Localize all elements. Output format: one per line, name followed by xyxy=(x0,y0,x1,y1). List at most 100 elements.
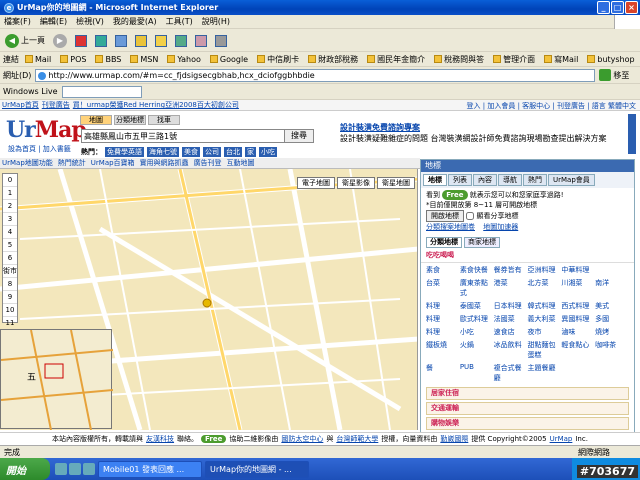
category-heading[interactable]: 吃吃喝喝 xyxy=(421,248,634,263)
service-item[interactable]: 廣告刊登 xyxy=(194,158,222,168)
hot-tag[interactable]: 免費學英語 xyxy=(105,147,144,157)
food-category-item[interactable]: 輕食點心 xyxy=(561,340,595,360)
food-category-item[interactable]: 異國料理 xyxy=(561,314,595,324)
link-pos[interactable]: POS xyxy=(57,55,89,64)
food-category-item[interactable]: 料理 xyxy=(426,327,460,337)
food-category-item[interactable]: 火鍋 xyxy=(460,340,494,360)
urmap-logo[interactable]: UrMap xyxy=(6,117,87,143)
urmap-home-link[interactable]: UrMap首頁 xyxy=(2,100,39,110)
search-input[interactable]: 高雄縣鳳山市五甲三路1號 xyxy=(81,129,313,143)
tab-category[interactable]: 分類地標 xyxy=(114,115,146,125)
map-canvas[interactable]: 0 1 2 3 4 5 6 街市 8 9 10 11 電子地圖 衛星影像 衛星地… xyxy=(0,169,418,430)
food-category-item[interactable]: 燒烤 xyxy=(595,327,629,337)
tab-map[interactable]: 地圖 xyxy=(80,115,112,125)
tab-shop-landmark[interactable]: 商家地標 xyxy=(464,237,500,248)
stop-button[interactable] xyxy=(73,32,89,50)
overview-map[interactable]: 五 xyxy=(0,329,114,430)
tab-car[interactable]: 找車 xyxy=(148,115,180,125)
food-category-item[interactable]: 多國 xyxy=(595,314,629,324)
tab-content[interactable]: 內容 xyxy=(473,174,497,186)
overview-frame[interactable] xyxy=(44,363,64,379)
satellite-image-button[interactable]: 衛星影像 xyxy=(337,177,375,189)
zoom-level[interactable]: 3 xyxy=(3,213,17,226)
tab-list[interactable]: 列表 xyxy=(448,174,472,186)
print-button[interactable] xyxy=(213,32,229,50)
link-google[interactable]: Google xyxy=(207,55,251,64)
back-button[interactable]: ◀ 上一頁 xyxy=(3,32,47,50)
food-category-item[interactable]: 西式料理 xyxy=(561,301,595,311)
footer-link[interactable]: 台灣師範大學 xyxy=(336,434,378,444)
tab-member[interactable]: UrMap會員 xyxy=(548,174,595,186)
hot-tag[interactable]: 台北 xyxy=(224,147,242,157)
zoom-level[interactable]: 9 xyxy=(3,291,17,304)
food-category-item[interactable]: 小吃 xyxy=(460,327,494,337)
zoom-level[interactable]: 10 xyxy=(3,304,17,317)
location-marker-icon[interactable] xyxy=(202,298,212,308)
food-category-item[interactable]: 滷味 xyxy=(561,327,595,337)
zoom-level[interactable]: 0 xyxy=(3,174,17,187)
minimize-button[interactable]: _ xyxy=(597,1,610,14)
menu-view[interactable]: 檢視(V) xyxy=(76,16,104,27)
menu-edit[interactable]: 編輯(E) xyxy=(40,16,67,27)
menu-file[interactable]: 檔案(F) xyxy=(4,16,31,27)
category-section[interactable]: 居家住宿 xyxy=(426,387,629,400)
food-category-item[interactable]: 南洋 xyxy=(595,278,629,298)
service-item[interactable]: UrMap地圖功能 xyxy=(2,158,53,168)
food-category-item[interactable]: 主題餐廳 xyxy=(527,363,561,383)
close-button[interactable]: × xyxy=(625,1,638,14)
zoom-level[interactable]: 4 xyxy=(3,226,17,239)
food-category-item[interactable]: 餐券皆有 xyxy=(494,265,528,275)
food-category-item[interactable]: 咖啡茶 xyxy=(595,340,629,360)
electronic-map-button[interactable]: 電子地圖 xyxy=(297,177,335,189)
food-category-item[interactable]: PUB xyxy=(460,363,494,383)
food-category-item[interactable]: 廣東茶點式 xyxy=(460,278,494,298)
zoom-level[interactable]: 5 xyxy=(3,239,17,252)
food-category-item[interactable]: 港菜 xyxy=(494,278,528,298)
zoom-level[interactable]: 8 xyxy=(3,278,17,291)
tab-landmark[interactable]: 地標 xyxy=(423,174,447,186)
share-landmark-checkbox[interactable] xyxy=(466,212,475,220)
quick-launch-icon[interactable] xyxy=(55,463,67,475)
forward-button[interactable]: ▶ xyxy=(51,32,69,50)
open-landmark-button[interactable]: 開啟地標 xyxy=(426,210,464,222)
food-category-item[interactable]: 泰國菜 xyxy=(460,301,494,311)
menu-help[interactable]: 說明(H) xyxy=(202,16,230,27)
footer-link[interactable]: 友漢科技 xyxy=(146,434,174,444)
home-button[interactable] xyxy=(113,32,129,50)
food-category-item[interactable]: 亞洲料理 xyxy=(527,265,561,275)
history-button[interactable] xyxy=(173,32,189,50)
zoom-level[interactable]: 6 xyxy=(3,252,17,265)
start-button[interactable]: 開始 xyxy=(0,458,50,480)
food-category-item[interactable]: 夜市 xyxy=(527,327,561,337)
zoom-level[interactable]: 2 xyxy=(3,200,17,213)
food-category-item[interactable]: 中華料理 xyxy=(561,265,595,275)
food-category-item[interactable]: 複合式餐廳 xyxy=(494,363,528,383)
footer-link[interactable]: 勤崴國際 xyxy=(440,434,468,444)
link-taxqa[interactable]: 稅務問與答 xyxy=(431,54,487,65)
address-input[interactable]: http://www.urmap.com/#m=cc_fjdsigsecgbha… xyxy=(35,68,596,82)
food-category-item[interactable]: 鐵板燒 xyxy=(426,340,460,360)
ad-title[interactable]: 設計裝潢免費諮詢專案 xyxy=(340,123,420,132)
advertise-link[interactable]: 刊登廣告 xyxy=(42,100,70,110)
category-section[interactable]: 購物娛樂 xyxy=(426,417,629,430)
menu-favorites[interactable]: 我的最愛(A) xyxy=(113,16,157,27)
service-item[interactable]: UrMap百寶箱 xyxy=(91,158,135,168)
hot-tag[interactable]: 家 xyxy=(245,147,256,157)
food-category-item[interactable]: 速食店 xyxy=(494,327,528,337)
hot-tag[interactable]: 海角七號 xyxy=(147,147,179,157)
tab-category-landmark[interactable]: 分類地標 xyxy=(426,237,462,248)
category-search-link[interactable]: 分類搜案地圖卷 xyxy=(426,223,475,231)
service-item[interactable]: 熱門統計 xyxy=(58,158,86,168)
food-category-item[interactable]: 素食快餐 xyxy=(460,265,494,275)
logo-links[interactable]: 設為首頁 | 加入書籤 xyxy=(8,144,71,154)
footer-link[interactable]: UrMap xyxy=(550,435,573,443)
food-category-item[interactable]: 日本料理 xyxy=(494,301,528,311)
taskbar-item[interactable]: Mobile01 發表回應 ... xyxy=(98,460,202,478)
link-writemail[interactable]: 寫Mail xyxy=(541,54,581,65)
food-category-item[interactable]: 冰品飲料 xyxy=(494,340,528,360)
satellite-map-button[interactable]: 衛星地圖 xyxy=(377,177,415,189)
quick-launch-icon[interactable] xyxy=(69,463,81,475)
food-category-item[interactable]: 美式 xyxy=(595,301,629,311)
hot-tag[interactable]: 公司 xyxy=(203,147,221,157)
tab-navigation[interactable]: 導航 xyxy=(498,174,522,186)
